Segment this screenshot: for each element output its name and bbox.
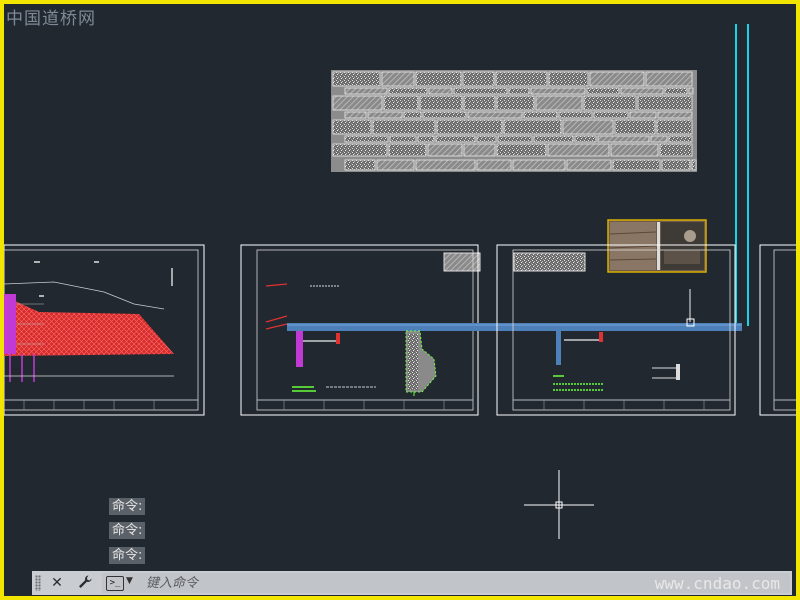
- stone-block: [688, 87, 694, 95]
- stone-block: [566, 159, 612, 171]
- command-prompt-icon[interactable]: >_: [106, 576, 124, 591]
- stone-block: [586, 87, 620, 95]
- hatch-sample[interactable]: [443, 252, 481, 272]
- stone-block: [593, 111, 629, 119]
- stone-block: [435, 135, 476, 143]
- stone-block: [495, 71, 548, 87]
- stone-block: [344, 87, 388, 95]
- stone-block: [574, 135, 597, 143]
- stone-block: [497, 135, 533, 143]
- stone-block: [629, 111, 657, 119]
- stone-block: [657, 111, 693, 119]
- stone-block: [436, 119, 503, 135]
- stone-block: [388, 143, 427, 157]
- wrench-icon[interactable]: [76, 574, 94, 592]
- stone-block: [332, 71, 381, 87]
- stone-block: [463, 143, 496, 157]
- stone-block: [415, 71, 462, 87]
- stone-block: [637, 95, 693, 111]
- site-watermark: 中国道桥网: [6, 9, 96, 29]
- stone-block: [422, 111, 467, 119]
- stone-block: [332, 119, 372, 135]
- stone-block: [659, 143, 693, 157]
- drawing-sheet-4[interactable]: [759, 244, 796, 416]
- stone-block: [383, 95, 419, 111]
- stone-block: [427, 143, 463, 157]
- stone-block: [558, 111, 593, 119]
- stone-block: [476, 135, 497, 143]
- stone-block: [620, 87, 664, 95]
- stone-block: [476, 159, 512, 171]
- close-icon[interactable]: ✕: [48, 574, 66, 592]
- stone-block: [535, 95, 583, 111]
- command-history-line: 命令:: [109, 498, 146, 515]
- command-input-area[interactable]: >_ ▼ www.cndao.com: [102, 573, 790, 593]
- stone-block: [344, 111, 367, 119]
- stone-block: [562, 119, 614, 135]
- stone-block: [453, 87, 508, 95]
- stone-block: [503, 119, 562, 135]
- stone-block: [597, 135, 650, 143]
- stone-block: [428, 87, 453, 95]
- stone-block: [589, 71, 645, 87]
- stone-wall-elevation[interactable]: [331, 70, 697, 172]
- stone-block: [583, 95, 637, 111]
- stone-block: [388, 87, 428, 95]
- stone-block: [668, 135, 693, 143]
- stone-block: [332, 95, 383, 111]
- stone-block: [376, 159, 415, 171]
- stone-block: [389, 135, 417, 143]
- stone-block: [415, 159, 476, 171]
- stone-block: [661, 159, 691, 171]
- site-url-watermark: www.cndao.com: [654, 574, 780, 593]
- stone-block: [645, 71, 693, 87]
- stone-block: [344, 159, 376, 171]
- stone-block: [533, 135, 574, 143]
- stone-block: [691, 159, 697, 171]
- command-history-line: 命令:: [109, 522, 146, 539]
- stone-block: [650, 135, 668, 143]
- stone-block: [419, 95, 463, 111]
- stone-block: [610, 143, 659, 157]
- command-line-bar: ✕ >_ ▼ www.cndao.com: [32, 571, 792, 595]
- stone-block: [381, 71, 415, 87]
- stone-block: [372, 119, 436, 135]
- stone-block: [547, 143, 610, 157]
- drawing-sheet-1[interactable]: [4, 244, 205, 416]
- stone-block: [508, 87, 530, 95]
- crosshair-cursor: [524, 470, 594, 539]
- stone-block: [332, 143, 388, 157]
- drag-grip-handle[interactable]: [35, 575, 41, 591]
- stone-block: [344, 135, 389, 143]
- stone-block: [548, 71, 589, 87]
- stone-block: [467, 111, 523, 119]
- stone-block: [664, 87, 688, 95]
- stone-block: [530, 87, 586, 95]
- chevron-down-icon[interactable]: ▼: [126, 576, 133, 586]
- stone-block: [462, 71, 495, 87]
- stone-block: [463, 95, 496, 111]
- stone-block: [656, 119, 693, 135]
- stone-block: [614, 119, 656, 135]
- reference-photo[interactable]: [607, 219, 707, 273]
- stone-block: [417, 135, 435, 143]
- command-input[interactable]: [146, 573, 686, 593]
- stone-block: [496, 95, 535, 111]
- stone-block: [523, 111, 558, 119]
- stone-block: [403, 111, 422, 119]
- model-space-canvas[interactable]: 中国道桥网 命令: 命令: 命令:: [4, 4, 796, 596]
- stone-sample[interactable]: [513, 252, 586, 272]
- stone-block: [512, 159, 566, 171]
- stone-block: [496, 143, 547, 157]
- command-history-line: 命令:: [109, 547, 146, 564]
- stone-block: [367, 111, 403, 119]
- stone-block: [612, 159, 661, 171]
